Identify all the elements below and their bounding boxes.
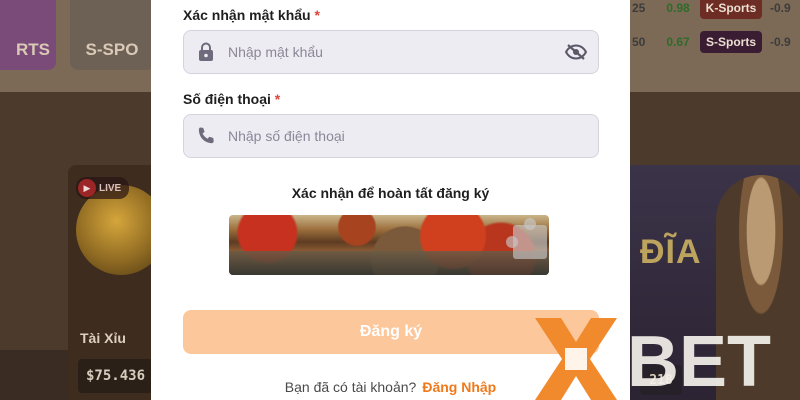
phone-input[interactable] bbox=[228, 115, 598, 157]
sport-tile-label: RTS bbox=[16, 40, 50, 59]
live-badge: ▶ LIVE bbox=[76, 177, 130, 199]
odds-value: -0.9 bbox=[770, 35, 791, 49]
play-icon: ▶ bbox=[78, 179, 96, 197]
captcha-image-water bbox=[229, 251, 549, 275]
game-title: Tài Xỉu bbox=[80, 330, 126, 346]
odds-value: 50 bbox=[632, 35, 646, 49]
sport-tile: RTS bbox=[0, 0, 56, 70]
odds-value: 0.67 bbox=[666, 35, 690, 49]
puzzle-piece-icon[interactable] bbox=[506, 218, 547, 259]
game-card-tai-xiu: ▶ LIVE Tài Xỉu $75.436 bbox=[68, 165, 158, 400]
lock-icon bbox=[184, 42, 228, 62]
live-label: LIVE bbox=[99, 182, 122, 194]
login-prompt: Bạn đã có tài khoản? Đăng Nhập bbox=[151, 379, 630, 395]
login-link[interactable]: Đăng Nhập bbox=[422, 379, 496, 395]
game-title: ĐĨA bbox=[640, 233, 702, 271]
jackpot-amount: $75.436 bbox=[78, 359, 158, 393]
provider-badge: S-Sports bbox=[700, 31, 762, 53]
odds-value: 25 bbox=[632, 1, 646, 15]
register-button[interactable]: Đăng ký bbox=[183, 310, 599, 354]
confirm-password-label: Xác nhận mật khẩu * bbox=[183, 7, 320, 23]
required-mark: * bbox=[274, 91, 281, 107]
confirm-password-label-text: Xác nhận mật khẩu bbox=[183, 7, 311, 23]
phone-icon bbox=[184, 126, 228, 146]
sport-tile: S-SPO bbox=[70, 0, 154, 70]
captcha-title: Xác nhận để hoàn tất đăng ký bbox=[291, 185, 490, 201]
odds-row: 25 0.98 K-Sports -0.9 bbox=[630, 0, 800, 22]
register-modal: Xác nhận mật khẩu * Số điện thoại * Nhập… bbox=[151, 0, 630, 400]
provider-badge: K-Sports bbox=[700, 0, 762, 19]
slider-captcha[interactable] bbox=[229, 215, 549, 275]
confirm-password-input[interactable] bbox=[228, 31, 554, 73]
phone-label: Số điện thoại * bbox=[183, 91, 280, 107]
phone-field[interactable] bbox=[183, 114, 599, 158]
required-mark: * bbox=[314, 7, 320, 23]
background-decoration bbox=[0, 350, 68, 400]
phone-label-text: Số điện thoại bbox=[183, 91, 271, 107]
eye-off-icon[interactable] bbox=[554, 44, 598, 60]
game-counter: 218 bbox=[640, 365, 682, 395]
odds-value: 0.98 bbox=[666, 1, 690, 15]
odds-row: 50 0.67 S-Sports -0.9 bbox=[630, 28, 800, 56]
dealer-image bbox=[716, 175, 800, 400]
game-card-xoc-dia: ĐĨA 218 bbox=[630, 165, 800, 400]
sport-tile-label: S-SPO bbox=[85, 40, 139, 59]
login-prompt-text: Bạn đã có tài khoản? bbox=[284, 379, 417, 395]
odds-value: -0.9 bbox=[770, 1, 791, 15]
confirm-password-field[interactable] bbox=[183, 30, 599, 74]
